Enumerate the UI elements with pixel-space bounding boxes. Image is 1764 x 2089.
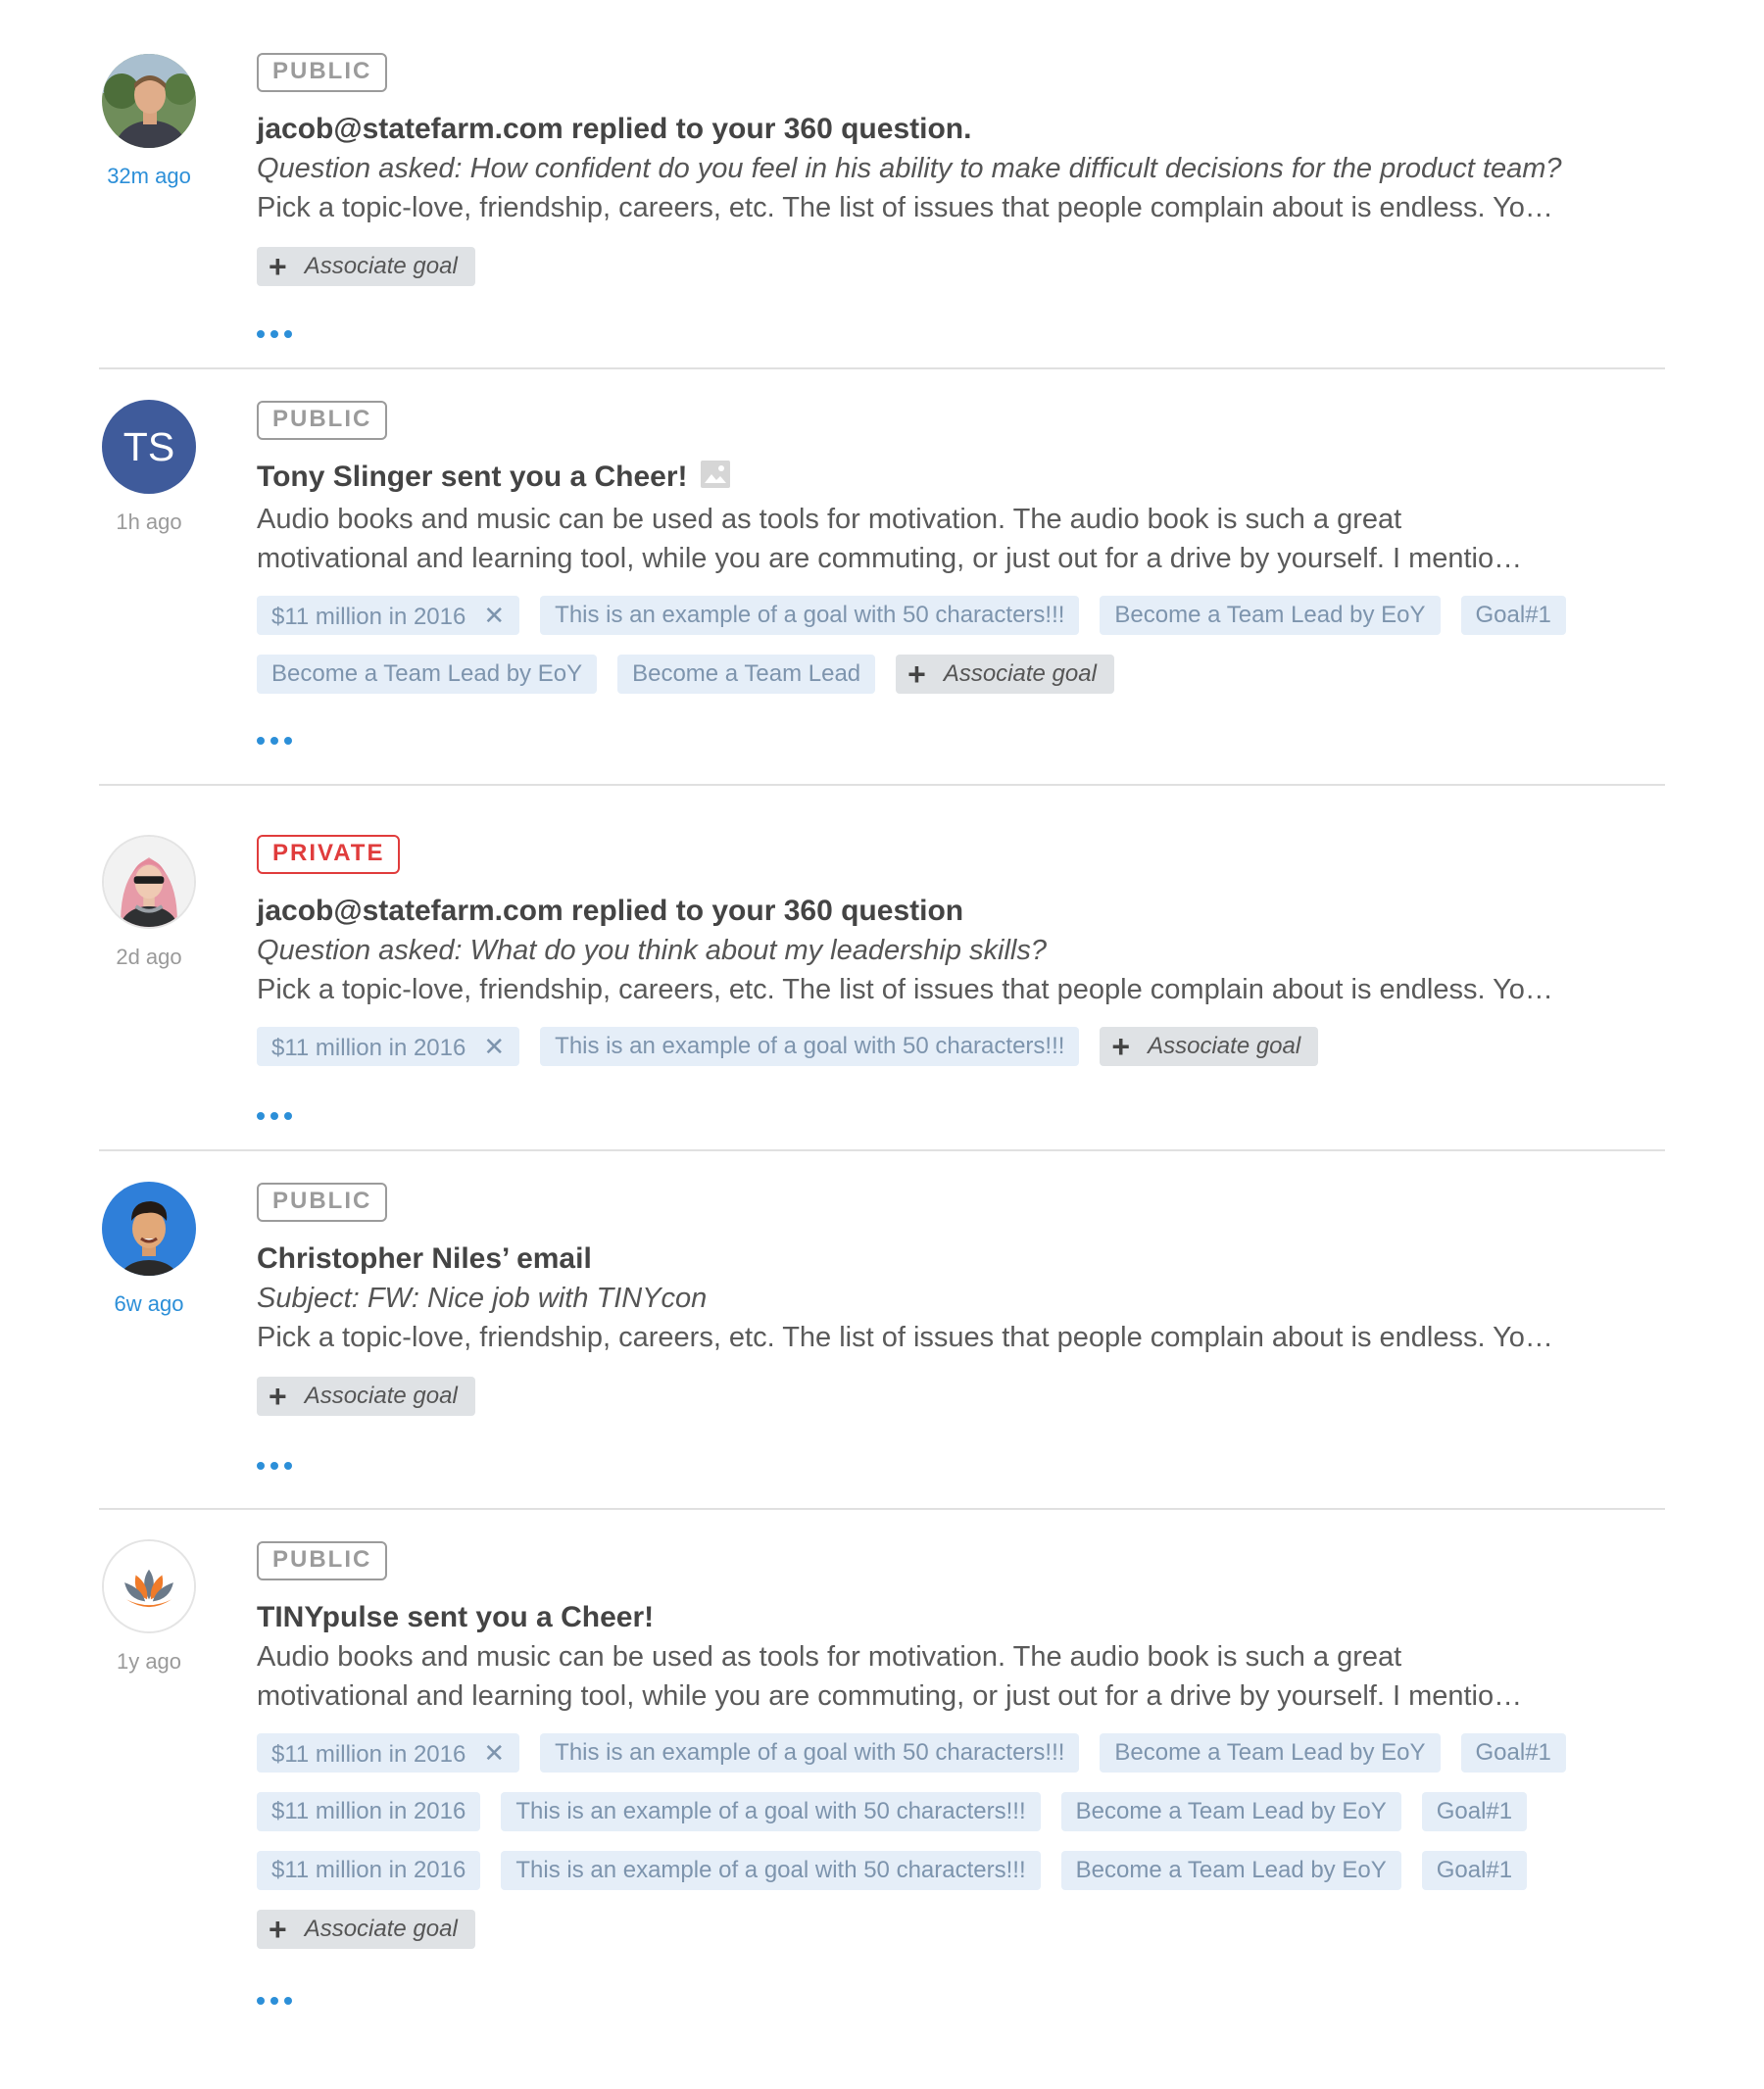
- more-dots-icon[interactable]: [257, 1457, 302, 1471]
- item-title[interactable]: jacob@statefarm.com replied to your 360 …: [257, 892, 1629, 931]
- goal-chip[interactable]: This is an example of a goal with 50 cha…: [501, 1851, 1041, 1890]
- more-dots-icon[interactable]: [257, 1107, 302, 1121]
- image-icon[interactable]: [700, 460, 731, 500]
- avatar[interactable]: [102, 54, 196, 148]
- close-icon[interactable]: ✕: [483, 1733, 505, 1773]
- associate-goal-label: Associate goal: [304, 253, 458, 279]
- activity-feed: 32m ago PUBLIC jacob@statefarm.com repli…: [0, 0, 1764, 2089]
- more-dots-icon[interactable]: [257, 325, 302, 339]
- goal-chip[interactable]: Goal#1: [1460, 596, 1566, 635]
- avatar[interactable]: [102, 835, 196, 929]
- goal-chip-label: $11 million in 2016: [271, 1035, 466, 1061]
- goal-chip[interactable]: Goal#1: [1421, 1851, 1528, 1890]
- divider: [99, 367, 1665, 369]
- goal-chip[interactable]: $11 million in 2016 ✕: [257, 596, 520, 635]
- timestamp: 6w ago: [114, 1291, 184, 1316]
- item-body-line: Audio books and music can be used as too…: [257, 1641, 1402, 1673]
- plus-icon: +: [269, 1912, 287, 1947]
- more-dots-icon[interactable]: [257, 732, 302, 746]
- divider: [99, 1508, 1665, 1510]
- item-body-line: Audio books and music can be used as too…: [257, 504, 1402, 535]
- plus-icon: +: [269, 249, 287, 284]
- goal-chip[interactable]: Goal#1: [1421, 1792, 1528, 1831]
- associate-goal-button[interactable]: + Associate goal: [1100, 1027, 1319, 1066]
- goal-chip[interactable]: Goal#1: [1460, 1733, 1566, 1773]
- item-body: Pick a topic-love, friendship, careers, …: [257, 1322, 1553, 1353]
- goal-chip[interactable]: $11 million in 2016: [257, 1851, 481, 1890]
- close-icon[interactable]: ✕: [483, 1027, 505, 1066]
- tinypulse-logo-icon: [104, 1541, 194, 1631]
- associate-goal-label: Associate goal: [1148, 1033, 1301, 1059]
- visibility-badge: PUBLIC: [257, 1183, 388, 1222]
- item-body: Pick a topic-love, friendship, careers, …: [257, 192, 1553, 223]
- goal-chip[interactable]: This is an example of a goal with 50 cha…: [540, 1733, 1080, 1773]
- associate-goal-label: Associate goal: [304, 1916, 458, 1942]
- item-title[interactable]: Tony Slinger sent you a Cheer!: [257, 458, 1629, 500]
- visibility-badge: PUBLIC: [257, 53, 388, 92]
- associate-goal-button[interactable]: + Associate goal: [257, 1910, 475, 1949]
- goal-chip[interactable]: Become a Team Lead: [617, 655, 876, 694]
- goal-chip-label: $11 million in 2016: [271, 604, 466, 630]
- goal-chip[interactable]: This is an example of a goal with 50 cha…: [540, 1027, 1080, 1066]
- goal-chip[interactable]: $11 million in 2016 ✕: [257, 1027, 520, 1066]
- goal-chip[interactable]: Become a Team Lead by EoY: [1060, 1851, 1401, 1890]
- timestamp: 1y ago: [116, 1649, 182, 1674]
- associate-goal-button[interactable]: + Associate goal: [257, 1377, 475, 1416]
- associate-goal-button[interactable]: + Associate goal: [896, 655, 1114, 694]
- goal-chip-label: $11 million in 2016: [271, 1741, 466, 1768]
- goal-chip[interactable]: $11 million in 2016: [257, 1792, 481, 1831]
- goal-chip[interactable]: Become a Team Lead by EoY: [1100, 1733, 1441, 1773]
- goal-chip[interactable]: Become a Team Lead by EoY: [1100, 596, 1441, 635]
- plus-icon: +: [1111, 1029, 1131, 1064]
- visibility-badge: PRIVATE: [257, 835, 401, 874]
- item-title-text: Tony Slinger sent you a Cheer!: [257, 461, 688, 493]
- timestamp: 32m ago: [107, 164, 191, 188]
- avatar[interactable]: [102, 1539, 196, 1633]
- close-icon[interactable]: ✕: [483, 596, 505, 635]
- goal-chip[interactable]: This is an example of a goal with 50 cha…: [540, 596, 1080, 635]
- associate-goal-button[interactable]: + Associate goal: [257, 247, 475, 286]
- goal-chip[interactable]: This is an example of a goal with 50 cha…: [501, 1792, 1041, 1831]
- item-title[interactable]: jacob@statefarm.com replied to your 360 …: [257, 110, 1629, 149]
- divider: [99, 784, 1665, 786]
- timestamp: 1h ago: [116, 510, 182, 534]
- item-subtitle: Question asked: How confident do you fee…: [257, 153, 1562, 184]
- item-title[interactable]: Christopher Niles’ email: [257, 1239, 1629, 1279]
- item-subtitle: Question asked: What do you think about …: [257, 935, 1047, 966]
- item-title[interactable]: TINYpulse sent you a Cheer!: [257, 1598, 1629, 1637]
- item-subtitle: Subject: FW: Nice job with TINYcon: [257, 1283, 708, 1314]
- avatar[interactable]: TS: [102, 400, 196, 494]
- goal-chip[interactable]: $11 million in 2016 ✕: [257, 1733, 520, 1773]
- goal-chip[interactable]: Become a Team Lead by EoY: [257, 655, 598, 694]
- item-body-line: motivational and learning tool, while yo…: [257, 543, 1523, 574]
- goal-chip[interactable]: Become a Team Lead by EoY: [1060, 1792, 1401, 1831]
- associate-goal-label: Associate goal: [943, 660, 1097, 687]
- item-body-line: motivational and learning tool, while yo…: [257, 1680, 1523, 1712]
- timestamp: 2d ago: [116, 945, 182, 969]
- visibility-badge: PUBLIC: [257, 1541, 388, 1580]
- plus-icon: +: [269, 1379, 287, 1414]
- plus-icon: +: [907, 656, 926, 692]
- avatar[interactable]: [102, 1182, 196, 1276]
- item-body: Pick a topic-love, friendship, careers, …: [257, 974, 1553, 1005]
- divider: [99, 1149, 1665, 1151]
- visibility-badge: PUBLIC: [257, 401, 388, 440]
- associate-goal-label: Associate goal: [304, 1383, 458, 1409]
- more-dots-icon[interactable]: [257, 1992, 302, 2006]
